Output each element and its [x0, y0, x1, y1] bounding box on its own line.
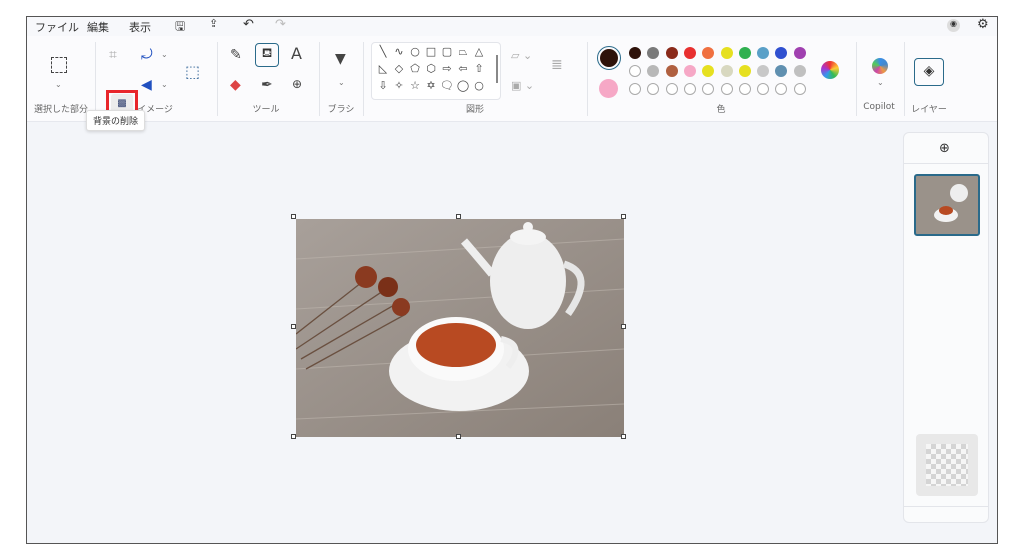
custom-color-slot[interactable]	[702, 83, 715, 95]
save-icon[interactable]: 🖫	[175, 17, 185, 38]
background-layer-thumbnail[interactable]	[916, 434, 978, 496]
fill-tool-button[interactable]: ⛾	[255, 43, 279, 67]
transparency-checker-icon	[926, 444, 968, 486]
settings-icon[interactable]: ⚙	[977, 17, 989, 32]
undo-icon[interactable]: ↶	[243, 17, 254, 32]
color-swatch[interactable]	[757, 65, 770, 77]
share-icon[interactable]: ⇪	[209, 17, 218, 30]
color-swatch[interactable]	[738, 65, 751, 77]
tooltip: 背景の削除	[86, 110, 146, 131]
custom-color-slot[interactable]	[793, 83, 806, 95]
ribbon: ⌄ 選択した部分 ⌗ ▩ ⤾ ⌄ ◀ ⌄ ⬚ イメージ ✎ ⛾ A ◆ ✒ ⊕ …	[27, 36, 997, 122]
account-icon[interactable]: ◉	[947, 19, 960, 32]
color-swatch[interactable]	[665, 65, 678, 77]
custom-color-slot[interactable]	[629, 83, 641, 95]
custom-color-slot[interactable]	[757, 83, 770, 95]
color-swatch[interactable]	[665, 47, 678, 59]
select-icon[interactable]	[51, 57, 67, 73]
fill-shape-icon[interactable]: ▣ ⌄	[511, 80, 534, 91]
pencil-icon[interactable]: ✎	[230, 48, 242, 62]
color-swatch[interactable]	[683, 65, 696, 77]
size-icon[interactable]: ≣	[551, 58, 563, 72]
photo-teacup	[295, 219, 625, 437]
layers-panel: ⊕	[903, 132, 989, 523]
chevron-down-icon[interactable]: ⌄	[55, 80, 62, 89]
eraser-icon[interactable]: ◆	[230, 78, 241, 92]
edit-colors-icon[interactable]	[821, 61, 839, 79]
primary-color[interactable]	[597, 46, 621, 70]
shapes-gallery[interactable]: ╲ ∿ ○ □ ▢ ⏢ △ ◺ ◇ ⬠ ⬡ ⇨ ⇦ ⇧ ⇩ ✧ ☆ ✡ 🗨 ◯ ○	[371, 42, 501, 100]
copilot-icon[interactable]	[872, 58, 888, 74]
magnifier-icon[interactable]: ⊕	[292, 78, 302, 90]
redo-icon[interactable]: ↷	[275, 17, 286, 32]
color-swatch[interactable]	[683, 47, 696, 59]
secondary-color[interactable]	[599, 79, 618, 98]
add-layer-icon[interactable]: ⊕	[939, 141, 950, 156]
paint-window: ファイル 編集 表示 🖫 ⇪ ↶ ↷ ◉ ⚙ ⌄ 選択した部分 ⌗ ▩ ⤾ ⌄ …	[26, 16, 998, 544]
resize-image-icon[interactable]: ⬚	[185, 64, 200, 80]
menu-view[interactable]: 表示	[129, 19, 151, 35]
group-label-tools: ツール	[252, 105, 280, 115]
color-swatch[interactable]	[720, 47, 733, 59]
color-swatch[interactable]	[775, 47, 788, 59]
fill-bucket-icon: ⛾	[261, 46, 273, 61]
outline-icon[interactable]: ▱ ⌄	[511, 50, 532, 61]
brush-icon[interactable]: ▼	[335, 52, 346, 66]
custom-color-slot[interactable]	[647, 83, 660, 95]
menu-bar: ファイル 編集 表示 🖫 ⇪ ↶ ↷ ◉ ⚙	[27, 17, 997, 36]
color-swatch[interactable]	[793, 47, 806, 59]
custom-color-slot[interactable]	[738, 83, 751, 95]
remove-background-icon: ▩	[117, 98, 127, 109]
flip-icon[interactable]: ◀	[141, 78, 152, 92]
crop-icon[interactable]: ⌗	[109, 48, 117, 62]
text-tool-icon[interactable]: A	[291, 46, 302, 62]
color-swatch[interactable]	[647, 47, 660, 59]
color-picker-icon[interactable]: ✒	[261, 78, 273, 92]
canvas[interactable]	[295, 219, 625, 437]
group-label-brush: ブラシ	[327, 105, 355, 115]
custom-color-slot[interactable]	[683, 83, 696, 95]
group-label-selection: 選択した部分	[33, 105, 89, 115]
group-label-shapes: 図形	[465, 105, 485, 115]
custom-color-slot[interactable]	[665, 83, 678, 95]
color-swatch[interactable]	[647, 65, 660, 77]
color-swatch[interactable]	[793, 65, 806, 77]
layers-icon: ◈	[923, 63, 935, 79]
custom-color-slot[interactable]	[720, 83, 733, 95]
color-swatch[interactable]	[702, 47, 715, 59]
color-swatch[interactable]	[702, 65, 715, 77]
group-label-layers: レイヤー	[911, 105, 947, 115]
color-swatch[interactable]	[629, 47, 641, 59]
group-label-copilot: Copilot	[863, 102, 895, 112]
group-label-colors: 色	[716, 105, 726, 115]
rotate-icon[interactable]: ⤾	[141, 48, 153, 62]
color-swatch[interactable]	[775, 65, 788, 77]
color-swatch[interactable]	[757, 47, 770, 59]
color-swatch[interactable]	[720, 65, 733, 77]
custom-color-slot[interactable]	[775, 83, 788, 95]
color-swatch[interactable]	[738, 47, 751, 59]
menu-edit[interactable]: 編集	[87, 19, 109, 35]
layer-thumbnail[interactable]	[914, 174, 980, 236]
menu-file[interactable]: ファイル	[35, 19, 79, 35]
layers-button[interactable]: ◈	[914, 58, 944, 86]
color-swatch[interactable]	[629, 65, 641, 77]
